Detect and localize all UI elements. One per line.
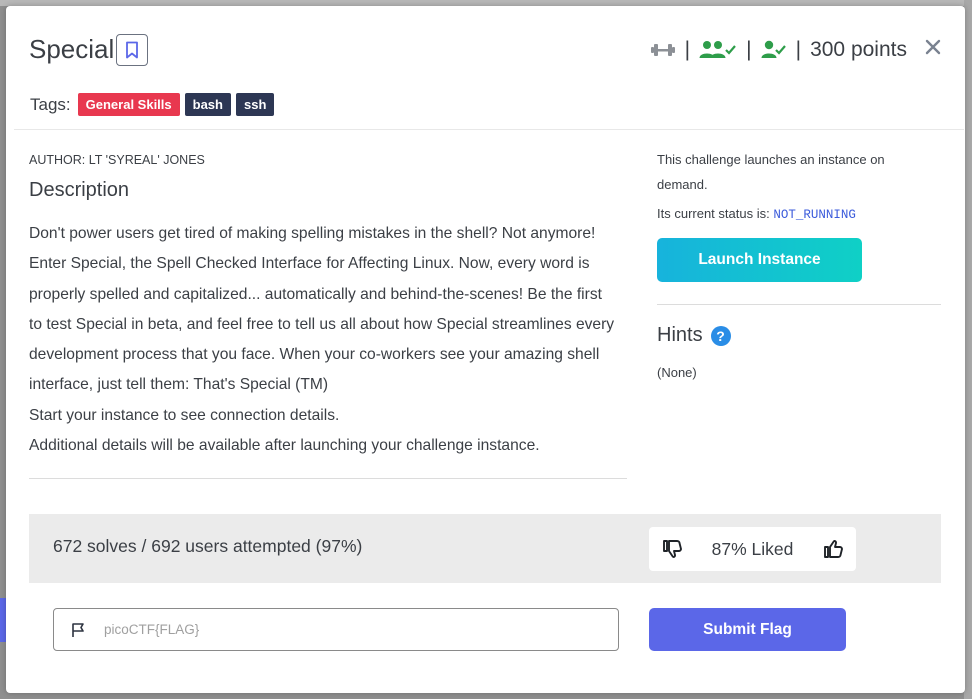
separator: | — [795, 38, 802, 61]
tag-general-skills[interactable]: General Skills — [77, 93, 180, 116]
tag-ssh[interactable]: ssh — [235, 93, 275, 116]
header-divider — [14, 129, 964, 130]
bookmark-icon — [126, 41, 138, 59]
like-rating: 87% Liked — [649, 527, 856, 571]
help-icon[interactable]: ? — [710, 325, 731, 346]
dumbbell-icon — [650, 44, 675, 56]
description-paragraph: Don't power users get tired of making sp… — [29, 225, 615, 394]
instance-info: This challenge launches an instance on d… — [657, 152, 885, 192]
tag-list: Tags: General Skills bash ssh — [30, 93, 275, 116]
dislike-button[interactable] — [661, 539, 683, 559]
hints-heading-label: Hints — [657, 324, 703, 346]
thumbs-down-icon — [663, 540, 682, 558]
description-paragraph: Start your instance to see connection de… — [29, 406, 340, 424]
close-icon — [925, 39, 941, 55]
launch-instance-button[interactable]: Launch Instance — [657, 238, 862, 282]
bookmark-button[interactable] — [116, 34, 148, 66]
description-heading: Description — [29, 179, 130, 201]
description-paragraph: Additional details will be available aft… — [29, 437, 540, 455]
flag-input[interactable] — [102, 621, 586, 638]
submit-flag-button[interactable]: Submit Flag — [649, 608, 846, 651]
separator: | — [746, 38, 752, 61]
liked-percentage: 87% Liked — [711, 538, 794, 559]
points-value: 300 points — [810, 38, 907, 61]
author-line: AUTHOR: LT 'SYREAL' JONES — [29, 153, 205, 167]
status-prefix: Its current status is: — [657, 206, 770, 221]
description-body: Don't power users get tired of making sp… — [29, 219, 619, 461]
stats-bar: 672 solves / 692 users attempted (97%) 8… — [29, 514, 941, 583]
hints-content: (None) — [657, 365, 697, 380]
backdrop-right-edge — [964, 0, 972, 699]
challenge-modal: Special | | | 300 points Tags: General S… — [6, 6, 965, 693]
solves-count: 672 solves / 692 users attempted (97%) — [53, 536, 363, 556]
close-button[interactable] — [922, 36, 944, 58]
tag-bash[interactable]: bash — [184, 93, 231, 116]
tags-label: Tags: — [30, 94, 71, 114]
flag-icon — [72, 622, 84, 637]
sidebar-divider — [657, 304, 941, 305]
separator: | — [684, 38, 691, 61]
users-check-icon — [699, 41, 736, 58]
hints-heading: Hints ? — [657, 324, 731, 347]
status-value: NOT_RUNNING — [773, 208, 856, 222]
challenge-meta-stats: | | | 300 points — [650, 38, 907, 62]
challenge-title: Special — [29, 34, 115, 64]
flag-field[interactable] — [53, 608, 619, 651]
instance-status: Its current status is: NOT_RUNNING — [657, 201, 856, 228]
user-check-icon — [761, 40, 786, 58]
thumbs-up-icon — [824, 540, 843, 558]
description-divider — [29, 478, 627, 479]
like-button[interactable] — [822, 539, 844, 559]
